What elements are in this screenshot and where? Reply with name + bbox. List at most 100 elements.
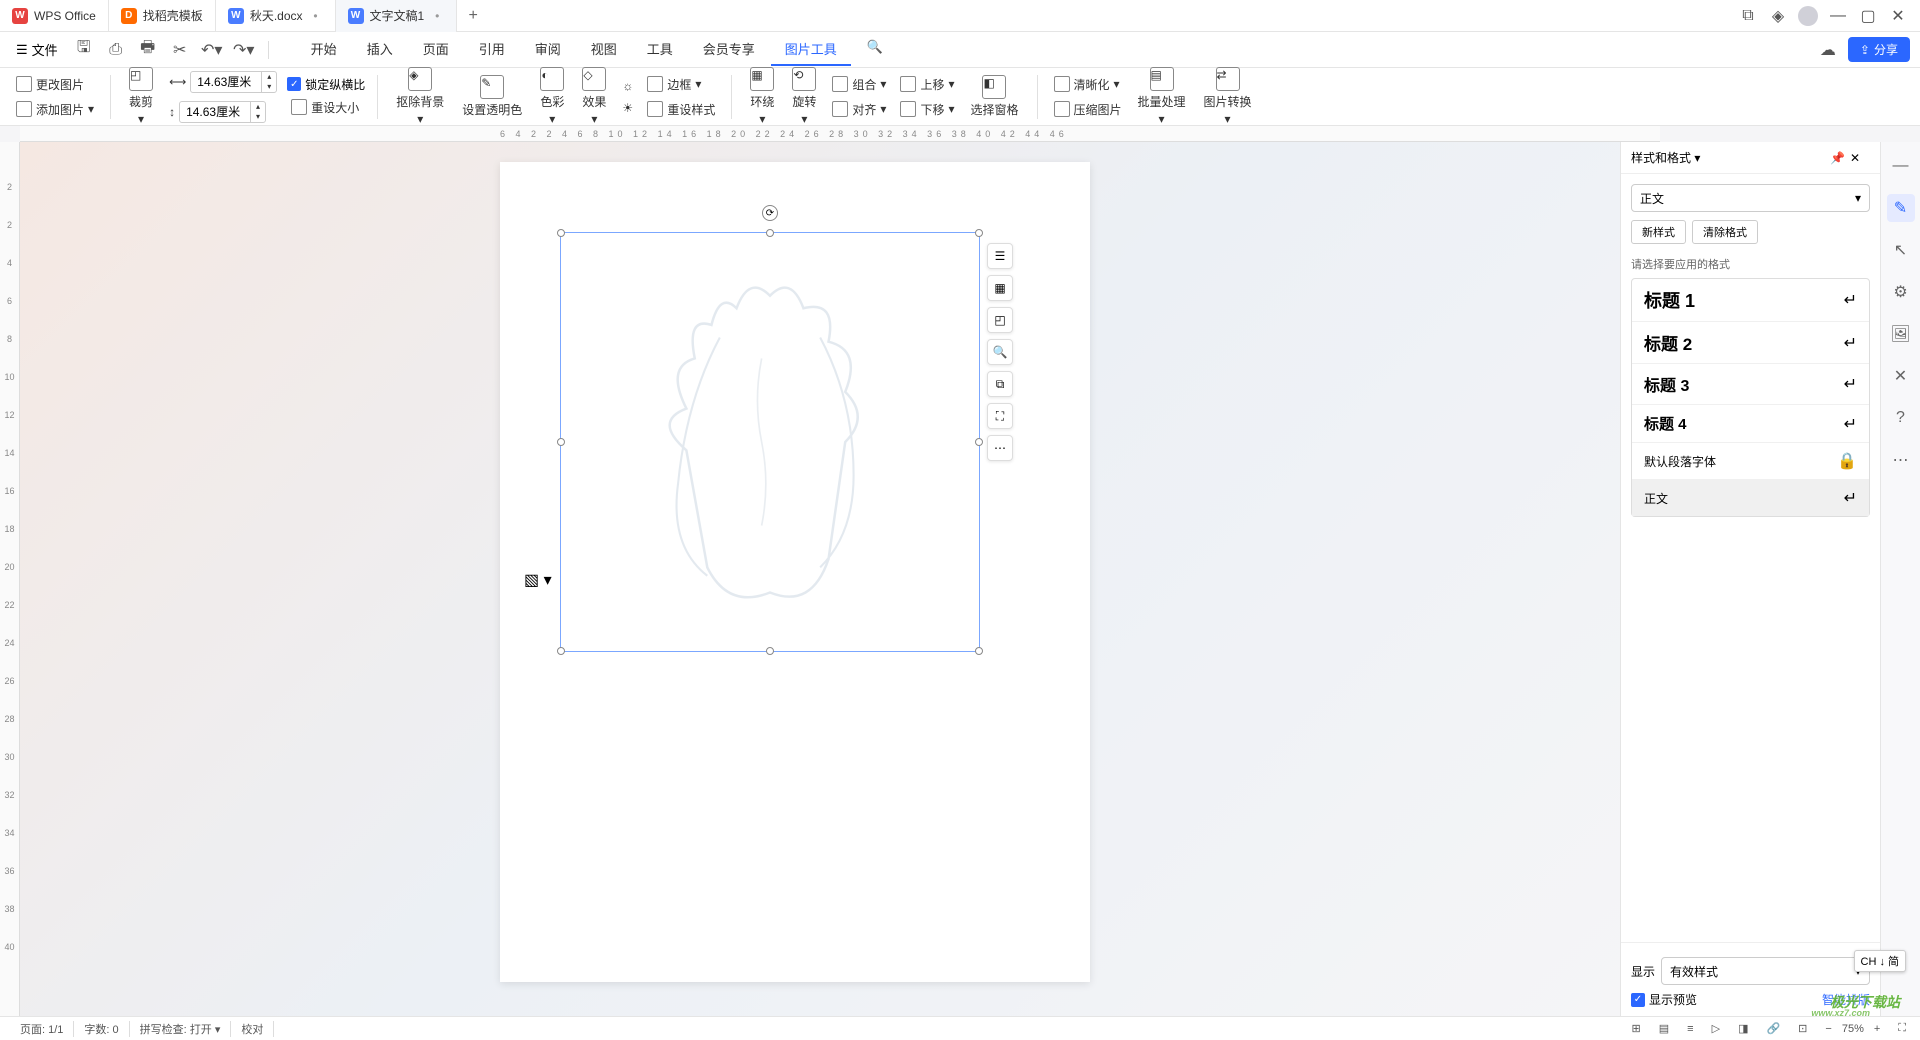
rotate-button[interactable]: ⟲旋转▾ bbox=[786, 65, 822, 128]
resize-handle[interactable] bbox=[975, 229, 983, 237]
word-count[interactable]: 字数: 0 bbox=[74, 1021, 129, 1037]
combine-button[interactable]: 组合 ▾ bbox=[828, 74, 890, 95]
view-focus-icon[interactable]: ◨ bbox=[1734, 1022, 1752, 1035]
cut-icon[interactable]: ✂ bbox=[168, 38, 192, 62]
rotate-handle[interactable]: ⟳ bbox=[762, 205, 778, 221]
cloud-icon[interactable]: ☁ bbox=[1816, 38, 1840, 62]
tab-templates[interactable]: D 找稻壳模板 bbox=[109, 0, 216, 32]
transparent-button[interactable]: ✎设置透明色 bbox=[456, 73, 528, 120]
view-read-icon[interactable]: ▷ bbox=[1708, 1022, 1724, 1035]
crop-button[interactable]: ◰裁剪▾ bbox=[123, 65, 159, 128]
spellcheck-status[interactable]: 拼写检查: 打开 ▾ bbox=[130, 1021, 232, 1037]
save-icon[interactable]: 🖫 bbox=[72, 38, 96, 62]
view-print-icon[interactable]: ▤ bbox=[1655, 1022, 1673, 1035]
change-image-button[interactable]: 更改图片 bbox=[12, 74, 98, 95]
clear-format-button[interactable]: 清除格式 bbox=[1692, 220, 1758, 244]
move-up-button[interactable]: 上移 ▾ bbox=[896, 74, 958, 95]
collapse-icon[interactable]: — bbox=[1887, 152, 1915, 180]
resize-handle[interactable] bbox=[766, 647, 774, 655]
zoom-in-icon[interactable]: + bbox=[1870, 1023, 1884, 1035]
resize-handle[interactable] bbox=[975, 647, 983, 655]
ime-indicator[interactable]: CH ↓ 简 bbox=[1854, 950, 1907, 972]
style-item-h2[interactable]: 标题 2↵ bbox=[1632, 322, 1869, 364]
wrap-icon[interactable]: ▦ bbox=[987, 275, 1013, 301]
settings-icon[interactable]: ⚙ bbox=[1887, 278, 1915, 306]
add-tab-button[interactable]: + bbox=[457, 7, 489, 25]
edit-icon[interactable]: ✎ bbox=[1887, 194, 1915, 222]
style-item-default-font[interactable]: 默认段落字体🔒 bbox=[1632, 443, 1869, 480]
close-panel-icon[interactable]: ✕ bbox=[1850, 151, 1870, 165]
height-input[interactable]: ▴▾ bbox=[179, 101, 266, 123]
tab-member[interactable]: 会员专享 bbox=[689, 33, 769, 66]
expand-icon[interactable]: ⛶ bbox=[987, 403, 1013, 429]
tab-insert[interactable]: 插入 bbox=[353, 33, 407, 66]
wrap-button[interactable]: ▦环绕▾ bbox=[744, 65, 780, 128]
print-icon[interactable]: 🖶 bbox=[136, 38, 160, 62]
resize-handle[interactable] bbox=[557, 438, 565, 446]
cube-icon[interactable]: ◈ bbox=[1764, 2, 1792, 30]
style-item-h1[interactable]: 标题 1↵ bbox=[1632, 279, 1869, 322]
more-icon[interactable]: ⋯ bbox=[1887, 446, 1915, 474]
print-preview-icon[interactable]: ⎙ bbox=[104, 38, 128, 62]
user-avatar[interactable] bbox=[1794, 2, 1822, 30]
redo-icon[interactable]: ↷▾ bbox=[232, 38, 256, 62]
tab-doc1[interactable]: W 秋天.docx • bbox=[216, 0, 336, 32]
brightness-icon[interactable]: ☼ bbox=[618, 77, 637, 95]
tab-doc2-active[interactable]: W 文字文稿1 • bbox=[336, 0, 458, 32]
style-item-h4[interactable]: 标题 4↵ bbox=[1632, 405, 1869, 443]
tab-picture-tools[interactable]: 图片工具 bbox=[771, 33, 851, 66]
zoom-control[interactable]: − 75% + bbox=[1821, 1023, 1884, 1035]
close-icon[interactable]: • bbox=[309, 9, 323, 23]
reset-style-button[interactable]: 重设样式 bbox=[643, 99, 719, 120]
current-style-select[interactable]: 正文▾ bbox=[1631, 184, 1870, 212]
more-icon[interactable]: ⋯ bbox=[987, 435, 1013, 461]
fullscreen-icon[interactable]: ⛶ bbox=[1894, 1022, 1910, 1035]
resize-handle[interactable] bbox=[766, 229, 774, 237]
compress-button[interactable]: 压缩图片 bbox=[1050, 99, 1126, 120]
tab-tools[interactable]: 工具 bbox=[633, 33, 687, 66]
proofing[interactable]: 校对 bbox=[231, 1021, 274, 1037]
minimize-button[interactable]: — bbox=[1824, 2, 1852, 30]
resize-handle[interactable] bbox=[975, 438, 983, 446]
tab-review[interactable]: 审阅 bbox=[521, 33, 575, 66]
tab-start[interactable]: 开始 bbox=[297, 33, 351, 66]
border-button[interactable]: 边框 ▾ bbox=[643, 74, 719, 95]
batch-button[interactable]: ▤批量处理▾ bbox=[1132, 65, 1192, 128]
move-down-button[interactable]: 下移 ▾ bbox=[896, 99, 958, 120]
fit-icon[interactable]: ⊡ bbox=[1794, 1022, 1811, 1035]
zoom-icon[interactable]: 🔍 bbox=[987, 339, 1013, 365]
selected-image[interactable]: ⟳ ☰ ▦ ◰ 🔍 ⧉ ⛶ ⋯ bbox=[560, 232, 980, 652]
effect-button[interactable]: ◇效果▾ bbox=[576, 65, 612, 128]
zoom-out-icon[interactable]: − bbox=[1821, 1023, 1835, 1035]
link-icon[interactable]: 🔗 bbox=[1762, 1022, 1784, 1035]
horizontal-ruler[interactable]: 6 4 2 2 4 6 8 10 12 14 16 18 20 22 24 26… bbox=[20, 126, 1660, 142]
copy-icon[interactable]: ⧉ bbox=[987, 371, 1013, 397]
show-select[interactable]: 有效样式▾ bbox=[1661, 957, 1870, 985]
vertical-ruler[interactable]: 2246810121416182022242628303234363840 bbox=[0, 142, 20, 1016]
style-item-body[interactable]: 正文↵ bbox=[1632, 480, 1869, 516]
view-web-icon[interactable]: ⊞ bbox=[1628, 1022, 1645, 1035]
width-input[interactable]: ▴▾ bbox=[190, 71, 277, 93]
align-button[interactable]: 对齐 ▾ bbox=[828, 99, 890, 120]
menu-button[interactable]: ☰ 文件 bbox=[10, 36, 64, 63]
image-icon[interactable]: 🖼 bbox=[1887, 320, 1915, 348]
select-pane-button[interactable]: ◧选择窗格 bbox=[964, 73, 1024, 120]
new-style-button[interactable]: 新样式 bbox=[1631, 220, 1686, 244]
page-indicator[interactable]: 页面: 1/1 bbox=[10, 1021, 74, 1037]
add-image-button[interactable]: 添加图片 ▾ bbox=[12, 99, 98, 120]
app-tab[interactable]: W WPS Office bbox=[0, 0, 109, 32]
sharpen-button[interactable]: 清晰化 ▾ bbox=[1050, 74, 1126, 95]
style-item-h3[interactable]: 标题 3↵ bbox=[1632, 364, 1869, 405]
layout-icon[interactable]: ☰ bbox=[987, 243, 1013, 269]
view-outline-icon[interactable]: ≡ bbox=[1683, 1023, 1697, 1035]
close-icon[interactable]: • bbox=[430, 9, 444, 23]
tab-view[interactable]: 视图 bbox=[577, 33, 631, 66]
convert-button[interactable]: ⇄图片转换▾ bbox=[1198, 65, 1258, 128]
help-icon[interactable]: ? bbox=[1887, 404, 1915, 432]
lock-ratio-checkbox[interactable]: ✓锁定纵横比 bbox=[287, 76, 365, 93]
contrast-icon[interactable]: ☀ bbox=[618, 99, 637, 117]
window-copy-icon[interactable]: ⧉ bbox=[1734, 2, 1762, 30]
select-icon[interactable]: ↖ bbox=[1887, 236, 1915, 264]
reset-size-button[interactable]: 重设大小 bbox=[287, 97, 365, 118]
close-button[interactable]: ✕ bbox=[1884, 2, 1912, 30]
